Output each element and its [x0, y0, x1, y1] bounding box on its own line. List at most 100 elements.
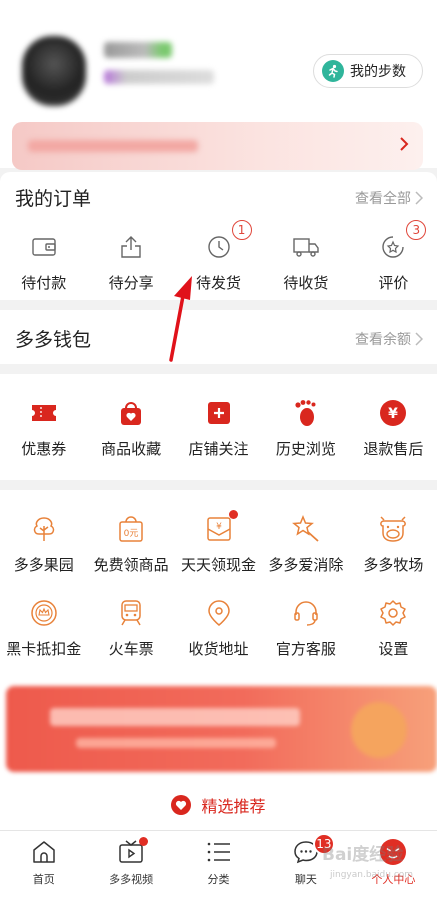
train-icon [116, 598, 146, 628]
coupon-icon [29, 398, 59, 428]
refund-icon: ¥ [378, 398, 408, 428]
svg-text:¥: ¥ [216, 522, 222, 532]
location-icon [204, 598, 234, 628]
favorite-bag-icon [116, 398, 146, 428]
refund-item[interactable]: ¥ 退款售后 [350, 398, 437, 459]
my-steps-label: 我的步数 [350, 64, 406, 80]
my-steps-button[interactable]: 我的步数 [313, 54, 423, 88]
view-balance-link[interactable]: 查看余额 [355, 329, 423, 349]
user-info-blurred [104, 70, 214, 84]
view-balance-label: 查看余额 [355, 332, 411, 348]
star-wand-icon [291, 514, 321, 544]
notification-dot [139, 837, 149, 846]
view-all-label: 查看全部 [355, 191, 411, 207]
heart-icon [171, 795, 192, 815]
running-person-icon [322, 60, 344, 82]
avatar[interactable] [22, 36, 86, 106]
headset-icon [291, 598, 321, 628]
order-label: 待收货 [283, 274, 329, 292]
order-pending-payment[interactable]: 待付款 [0, 232, 87, 293]
order-label: 待分享 [108, 274, 154, 292]
order-review[interactable]: 3 评价 [350, 220, 437, 293]
quick-label: 历史浏览 [275, 440, 336, 458]
recommend-label: 精选推荐 [201, 797, 266, 816]
svg-text:¥: ¥ [388, 406, 398, 422]
elimination-game-item[interactable]: 多多爱消除 [262, 514, 349, 575]
profile-banner[interactable] [12, 122, 423, 170]
share-icon [116, 232, 146, 262]
wallet-icon [29, 232, 59, 262]
video-icon [116, 837, 149, 867]
my-orders-section: 我的订单 查看全部 待付款 待分享 1 待发货 待收货 3 评价 [0, 172, 437, 300]
orchard-item[interactable]: 多多果园 [0, 514, 87, 575]
free-goods-item[interactable]: 0元 免费领商品 [87, 514, 174, 575]
order-pending-shipment[interactable]: 1 待发货 [175, 220, 262, 293]
promo-banner-container [0, 676, 437, 780]
username-blurred [104, 42, 172, 58]
ranch-item[interactable]: 多多牧场 [350, 514, 437, 575]
cash-envelope-icon: ¥ [204, 510, 238, 544]
home-icon [29, 837, 59, 867]
train-ticket-item[interactable]: 火车票 [87, 598, 174, 659]
order-label: 待付款 [21, 274, 67, 292]
store-follow-item[interactable]: 店铺关注 [175, 398, 262, 459]
free-goods-icon: 0元 [116, 514, 146, 544]
black-card-item[interactable]: 黑卡抵扣金 [0, 598, 87, 659]
chat-icon: 13 [291, 833, 335, 867]
footprint-icon [291, 398, 321, 428]
service-label: 官方客服 [275, 640, 336, 658]
address-item[interactable]: 收货地址 [175, 598, 262, 659]
chevron-right-icon [415, 191, 423, 205]
tree-icon [29, 514, 59, 544]
quick-label: 优惠券 [21, 440, 67, 458]
wallet-title: 多多钱包 [15, 329, 92, 351]
quick-label: 商品收藏 [101, 440, 162, 458]
tab-label: 首页 [32, 873, 55, 886]
service-label: 免费领商品 [93, 556, 169, 574]
clock-icon: 1 [204, 220, 252, 262]
tab-label: 分类 [207, 873, 230, 886]
service-label: 多多果园 [13, 556, 74, 574]
order-pending-share[interactable]: 待分享 [87, 232, 174, 293]
coupon-item[interactable]: 优惠券 [0, 398, 87, 459]
store-follow-icon [204, 398, 234, 428]
history-item[interactable]: 历史浏览 [262, 398, 349, 459]
view-all-orders-link[interactable]: 查看全部 [355, 188, 423, 208]
tab-label: 多多视频 [109, 873, 154, 886]
review-count-badge: 3 [406, 220, 427, 240]
tab-label: 聊天 [294, 873, 317, 886]
quick-label: 店铺关注 [188, 440, 249, 458]
black-card-icon [29, 598, 59, 628]
chevron-right-icon [415, 332, 423, 346]
truck-icon [291, 232, 321, 262]
favorites-item[interactable]: 商品收藏 [87, 398, 174, 459]
service-label: 多多爱消除 [268, 556, 344, 574]
order-pending-receipt[interactable]: 待收货 [262, 232, 349, 293]
tab-category[interactable]: 分类 [175, 831, 262, 899]
tab-video[interactable]: 多多视频 [87, 831, 174, 899]
settings-item[interactable]: 设置 [350, 598, 437, 659]
svg-text:0元: 0元 [124, 529, 139, 539]
service-label: 天天领现金 [181, 556, 257, 574]
customer-service-item[interactable]: 官方客服 [262, 598, 349, 659]
service-label: 收货地址 [188, 640, 249, 658]
quick-access-section: 优惠券 商品收藏 店铺关注 历史浏览 ¥ 退款售后 [0, 374, 437, 480]
services-section: 多多果园 0元 免费领商品 ¥ 天天领现金 多多爱消除 多多牧场 黑卡抵扣金 火… [0, 490, 437, 676]
promo-banner[interactable] [6, 686, 437, 772]
profile-header: 我的步数 [0, 0, 437, 170]
star-icon: 3 [378, 220, 427, 262]
service-label: 设置 [378, 640, 409, 658]
cow-icon [378, 514, 408, 544]
wallet-section[interactable]: 多多钱包 查看余额 [0, 310, 437, 364]
service-label: 多多牧场 [363, 556, 424, 574]
order-count-badge: 1 [231, 220, 252, 240]
recommend-header: 精选推荐 [0, 780, 437, 830]
orders-title: 我的订单 [15, 188, 92, 210]
order-label: 评价 [378, 274, 409, 292]
daily-cash-item[interactable]: ¥ 天天领现金 [175, 510, 262, 575]
tab-home[interactable]: 首页 [0, 831, 87, 899]
quick-label: 退款售后 [363, 440, 424, 458]
service-label: 黑卡抵扣金 [6, 640, 82, 658]
category-icon [204, 837, 234, 867]
order-label: 待发货 [196, 274, 242, 292]
